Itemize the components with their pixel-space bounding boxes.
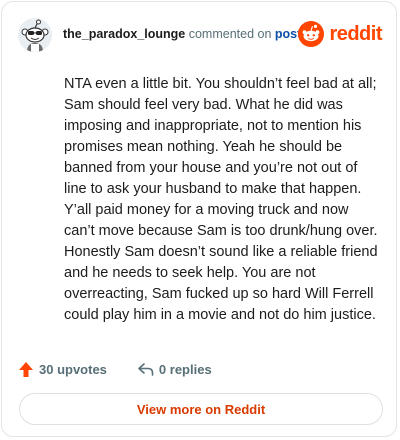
reply-arrow-icon xyxy=(138,362,154,376)
comment-body: NTA even a little bit. You shouldn’t fee… xyxy=(64,76,378,323)
view-more-button[interactable]: View more on Reddit xyxy=(19,393,383,425)
replies-stat[interactable]: 0 replies xyxy=(137,362,212,377)
upvotes-stat[interactable]: 30 upvotes xyxy=(18,361,107,378)
upvote-arrow-icon xyxy=(19,361,33,377)
comment-meta: the_paradox_lounge commented on post xyxy=(63,27,301,41)
comment-footer: 30 upvotes 0 replies xyxy=(18,358,212,380)
reddit-brand[interactable]: reddit xyxy=(298,20,382,48)
replies-count: 0 replies xyxy=(158,361,212,377)
reddit-wordmark: reddit xyxy=(329,22,382,45)
action-text: commented on xyxy=(188,27,272,41)
comment-header: the_paradox_lounge commented on post red… xyxy=(18,16,382,54)
snoo-avatar-icon[interactable] xyxy=(18,18,52,52)
reddit-logo-icon xyxy=(298,21,325,47)
post-link[interactable]: post xyxy=(275,27,301,41)
username[interactable]: the_paradox_lounge xyxy=(63,27,185,41)
upvotes-count: 30 upvotes xyxy=(39,361,107,377)
comment-embed-card: the_paradox_lounge commented on post red… xyxy=(1,1,397,437)
